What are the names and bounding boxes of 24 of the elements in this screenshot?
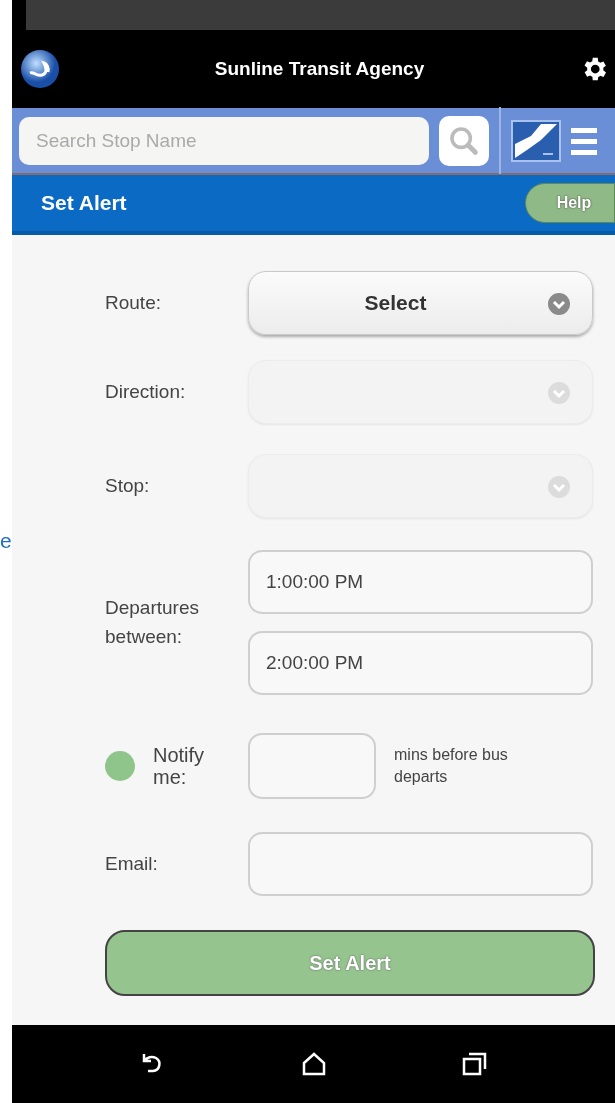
text-fragment: e xyxy=(0,530,12,551)
toggle-dot[interactable] xyxy=(105,751,135,781)
page-title: Set Alert xyxy=(41,191,127,215)
field-label: Stop: xyxy=(105,475,151,497)
chevron-down-icon xyxy=(548,293,570,315)
field-label: Direction: xyxy=(105,381,187,403)
email-field[interactable] xyxy=(248,832,593,896)
search-button[interactable] xyxy=(439,115,489,166)
hint-text: mins before bus departs xyxy=(394,744,509,787)
map-icon[interactable] xyxy=(511,119,561,162)
search-field[interactable]: Search Stop Name xyxy=(19,116,429,165)
chevron-down-icon xyxy=(548,382,570,404)
globe-logo-icon[interactable] xyxy=(20,49,60,89)
field-label: Notify me: xyxy=(153,744,206,788)
minutes-field[interactable] xyxy=(248,733,376,799)
field-label: Route: xyxy=(105,292,162,314)
time-field[interactable]: 1:00:00 PM xyxy=(248,550,593,614)
app-title: Sunline Transit Agency xyxy=(213,58,426,80)
dropdown[interactable]: Select xyxy=(248,271,593,335)
chevron-down-icon xyxy=(548,476,570,498)
field-label: Email: xyxy=(105,853,159,875)
field-label: Departures between: xyxy=(105,596,200,649)
time-field[interactable]: 2:00:00 PM xyxy=(248,631,593,695)
recent-apps-icon[interactable] xyxy=(460,1050,489,1078)
